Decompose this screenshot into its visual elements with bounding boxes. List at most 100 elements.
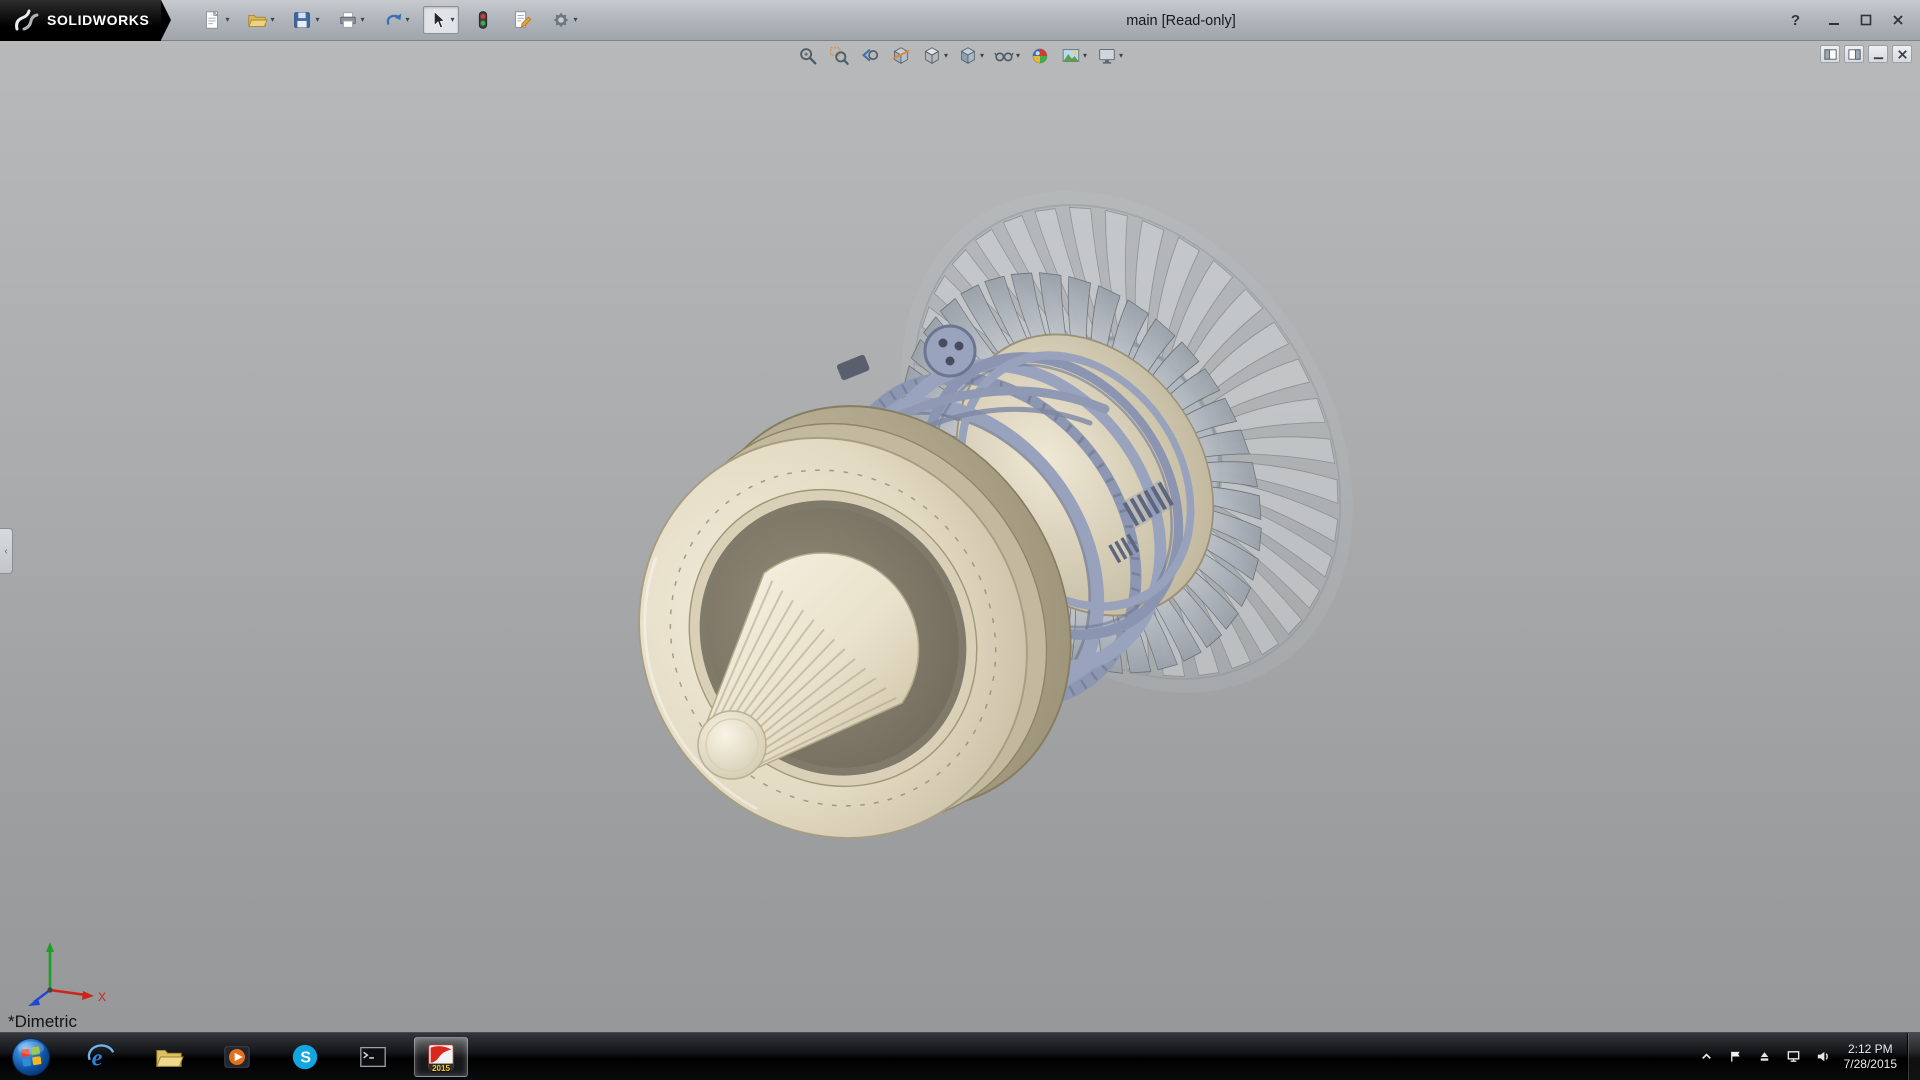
dropdown-caret-icon[interactable]: ▾ [225,16,229,24]
system-tray [1699,1049,1830,1064]
show-desktop-button[interactable] [1907,1033,1920,1080]
standard-toolbar: ▾ ▾ ▾ ▾ ▾ ▾ ▾ [197,6,581,34]
maximize-button[interactable] [1854,10,1878,30]
maximize-icon [1860,14,1872,26]
eject-device-icon [1757,1049,1772,1064]
options-icon [550,9,572,31]
view-orientation-icon [921,45,943,67]
display-style-button[interactable]: ▾ [955,44,986,68]
orientation-triad: X [24,932,116,1016]
save-button[interactable]: ▾ [287,6,323,34]
hide-show-items-button[interactable]: ▾ [991,44,1022,68]
previous-view-icon [859,45,881,67]
hidden-icons-tray-button[interactable] [1699,1049,1714,1064]
apply-scene-button[interactable]: ▾ [1058,44,1089,68]
volume-tray-button[interactable] [1815,1049,1830,1064]
eject-device-tray-button[interactable] [1757,1049,1772,1064]
solidworks-taskbar-button[interactable]: 2015 [414,1037,468,1077]
print-button[interactable]: ▾ [333,6,369,34]
ds-logo-icon [14,9,40,31]
media-player-icon [222,1042,252,1072]
undo-button[interactable]: ▾ [378,6,414,34]
internet-explorer-icon: e [86,1042,116,1072]
brand-text: SOLIDWORKS [47,12,149,28]
taskbar: e S 2015 2:12 PM 7/28/2015 [0,1032,1920,1080]
close-button[interactable] [1886,10,1910,30]
volume-icon [1815,1049,1830,1064]
new-document-button[interactable]: ▾ [197,6,233,34]
options-button[interactable]: ▾ [546,6,582,34]
dropdown-caret-icon[interactable]: ▾ [270,16,274,24]
dropdown-caret-icon[interactable]: ▾ [315,16,319,24]
zoom-to-area-icon [828,45,850,67]
dropdown-caret-icon[interactable]: ▾ [944,52,948,60]
close-document-icon [1895,47,1910,62]
triad-x-label: X [98,990,106,1004]
open-icon [246,9,268,31]
taskbar-clock[interactable]: 2:12 PM 7/28/2015 [1844,1042,1897,1072]
dropdown-caret-icon[interactable]: ▾ [1083,52,1087,60]
minimize-button[interactable] [1822,10,1846,30]
heads-up-toolbar: ▾ ▾ ▾ ▾ ▾ [795,44,1125,68]
section-view-button[interactable] [888,44,914,68]
close-icon [1892,14,1904,26]
open-button[interactable]: ▾ [242,6,278,34]
window-title: main [Read-only] [1126,0,1236,41]
view-orientation-button[interactable]: ▾ [919,44,950,68]
view-settings-button[interactable]: ▾ [1094,44,1125,68]
network-tray-button[interactable] [1786,1049,1801,1064]
command-prompt-icon [358,1042,388,1072]
windows-logo-icon [11,1037,51,1077]
zoom-to-fit-button[interactable] [795,44,821,68]
hide-show-items-icon [993,45,1015,67]
rebuild-button[interactable] [468,6,498,34]
engine-model[interactable] [0,41,1920,1032]
dropdown-caret-icon[interactable]: ▾ [451,16,455,24]
skype-taskbar-button[interactable]: S [278,1037,332,1077]
select-button[interactable]: ▾ [423,6,459,34]
previous-view-button[interactable] [857,44,883,68]
dropdown-caret-icon[interactable]: ▾ [406,16,410,24]
internet-explorer-taskbar-button[interactable]: e [74,1037,128,1077]
solidworks-icon [426,1042,456,1072]
clock-time: 2:12 PM [1848,1042,1893,1057]
dropdown-caret-icon[interactable]: ▾ [1016,52,1020,60]
close-document-button[interactable] [1892,45,1912,63]
file-properties-button[interactable] [507,6,537,34]
file-properties-icon [511,9,533,31]
zoom-to-area-button[interactable] [826,44,852,68]
taskbar-apps: e S 2015 [74,1033,468,1080]
document-window-controls [1820,45,1912,63]
edit-appearance-icon [1029,45,1051,67]
apply-scene-icon [1060,45,1082,67]
save-icon [291,9,313,31]
file-explorer-taskbar-button[interactable] [142,1037,196,1077]
pane-right-button[interactable] [1844,45,1864,63]
titlebar: SOLIDWORKS ▾ ▾ ▾ ▾ ▾ ▾ ▾ main [Read-only] ? [0,0,1920,41]
clock-date: 7/28/2015 [1844,1057,1897,1072]
dropdown-caret-icon[interactable]: ▾ [574,16,578,24]
action-center-tray-button[interactable] [1728,1049,1743,1064]
minimize-document-icon [1871,47,1886,62]
dropdown-caret-icon[interactable]: ▾ [1119,52,1123,60]
print-icon [337,9,359,31]
section-view-icon [890,45,912,67]
minimize-document-button[interactable] [1868,45,1888,63]
dropdown-caret-icon[interactable]: ▾ [980,52,984,60]
dropdown-caret-icon[interactable]: ▾ [361,16,365,24]
graphics-area[interactable]: ▾▾▾▾▾ ‹ X *Dimetric [0,41,1920,1032]
pane-left-icon [1823,47,1838,62]
media-player-taskbar-button[interactable] [210,1037,264,1077]
featuremanager-collapsed-tab[interactable]: ‹ [0,528,13,574]
svg-text:S: S [300,1049,311,1066]
edit-appearance-button[interactable] [1027,44,1053,68]
file-explorer-icon [154,1042,184,1072]
pane-right-icon [1847,47,1862,62]
pane-left-button[interactable] [1820,45,1840,63]
new-document-icon [201,9,223,31]
command-prompt-taskbar-button[interactable] [346,1037,400,1077]
minimize-icon [1828,14,1840,26]
help-button[interactable]: ? [1791,12,1800,29]
start-button[interactable] [8,1034,54,1080]
action-center-icon [1728,1049,1743,1064]
